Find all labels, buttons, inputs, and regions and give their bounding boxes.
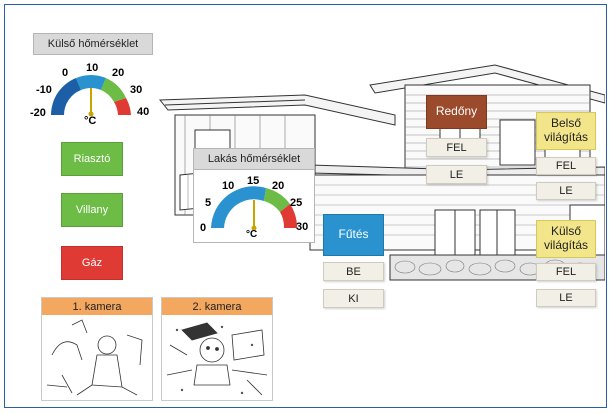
inside-lighting-up-button[interactable]: FEL — [536, 157, 596, 175]
alarm-status[interactable]: Riasztó — [61, 142, 123, 176]
flat-temperature-unit: °C — [246, 229, 258, 240]
outside-tick: 40 — [137, 106, 150, 118]
shutter-up-button[interactable]: FEL — [426, 138, 487, 157]
inside-lighting-label: Belső világítás — [536, 112, 596, 150]
camera-1-title: 1. kamera — [42, 298, 152, 315]
camera-2-title: 2. kamera — [162, 298, 272, 315]
flat-tick: 20 — [272, 180, 285, 192]
outside-tick: 10 — [86, 62, 99, 74]
inside-lighting-down-button[interactable]: LE — [536, 182, 596, 200]
outside-temperature-title: Külső hőmérséklet — [33, 33, 153, 55]
shutter-down-button[interactable]: LE — [426, 165, 487, 184]
flat-tick: 15 — [247, 175, 260, 187]
outside-tick: -20 — [30, 107, 46, 119]
outside-temperature-unit: °C — [84, 115, 97, 127]
camera-1-feed — [46, 319, 143, 396]
shutter-label: Redőny — [426, 95, 487, 129]
outside-lighting-label: Külső világítás — [536, 220, 596, 258]
flat-tick: 10 — [222, 180, 235, 192]
outside-tick: 30 — [130, 84, 143, 96]
gas-status[interactable]: Gáz — [61, 246, 123, 280]
camera-2-feed — [166, 322, 268, 396]
flat-tick: 30 — [296, 221, 309, 233]
flat-tick: 0 — [200, 222, 207, 234]
camera-2-panel[interactable]: 2. kamera — [161, 297, 273, 401]
heating-off-button[interactable]: KI — [323, 289, 384, 308]
outside-lighting-up-button[interactable]: FEL — [536, 263, 596, 281]
outside-tick: -10 — [36, 84, 52, 96]
heating-label: Fűtés — [323, 214, 384, 256]
flat-tick: 5 — [205, 197, 212, 209]
flat-temperature-title: Lakás hőmérséklet — [193, 148, 315, 170]
outside-tick: 20 — [112, 67, 125, 79]
power-status[interactable]: Villany — [61, 193, 123, 227]
flat-tick: 25 — [290, 197, 303, 209]
outside-tick: 0 — [62, 67, 69, 79]
outside-lighting-down-button[interactable]: LE — [536, 289, 596, 307]
heating-on-button[interactable]: BE — [323, 262, 384, 281]
camera-1-panel[interactable]: 1. kamera — [41, 297, 153, 401]
